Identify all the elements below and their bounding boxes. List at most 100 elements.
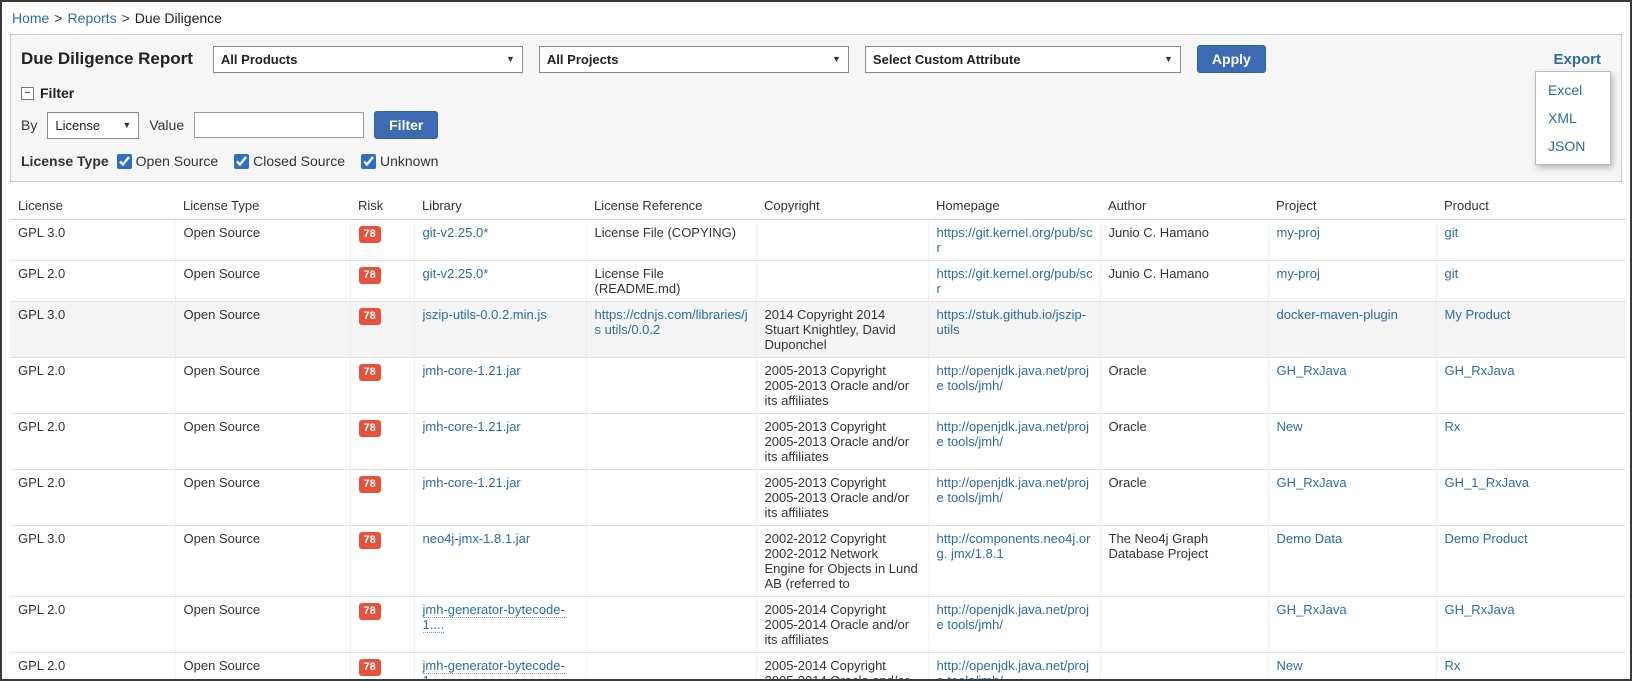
- license-reference-text: License File (COPYING): [595, 225, 737, 240]
- library-cell: jmh-core-1.21.jar: [414, 414, 586, 470]
- license-type-cell: Open Source: [175, 470, 350, 526]
- homepage-link[interactable]: http://openjdk.java.net/proje tools/jmh/: [937, 602, 1090, 632]
- column-header-author: Author: [1100, 192, 1268, 220]
- product-link[interactable]: Demo Product: [1445, 531, 1528, 546]
- product-link[interactable]: Rx: [1445, 658, 1461, 673]
- table-row: GPL 2.0 Open Source 78 jmh-core-1.21.jar…: [10, 358, 1626, 414]
- breadcrumb-current: Due Diligence: [135, 10, 222, 26]
- closed-source-checkbox-group[interactable]: Closed Source: [234, 153, 345, 169]
- unknown-checkbox-group[interactable]: Unknown: [361, 153, 438, 169]
- library-link[interactable]: jmh-core-1.21.jar: [423, 475, 521, 490]
- author-cell: Oracle: [1100, 414, 1268, 470]
- breadcrumb-home[interactable]: Home: [12, 10, 49, 26]
- license-cell: GPL 3.0: [10, 220, 175, 261]
- product-link[interactable]: GH_RxJava: [1445, 602, 1515, 617]
- open-source-checkbox-group[interactable]: Open Source: [117, 153, 219, 169]
- risk-badge: 78: [359, 267, 381, 284]
- export-link[interactable]: Export: [1553, 51, 1601, 68]
- library-cell: jszip-utils-0.0.2.min.js: [414, 302, 586, 358]
- license-type-cell: Open Source: [175, 358, 350, 414]
- product-link[interactable]: git: [1445, 225, 1459, 240]
- author-cell: Oracle: [1100, 470, 1268, 526]
- library-link[interactable]: jszip-utils-0.0.2.min.js: [423, 307, 547, 322]
- homepage-cell: https://git.kernel.org/pub/scr: [928, 220, 1100, 261]
- filter-by-dropdown[interactable]: License ▼: [47, 112, 139, 139]
- risk-cell: 78: [350, 358, 414, 414]
- homepage-link[interactable]: http://openjdk.java.net/proje tools/jmh/: [937, 419, 1090, 449]
- library-link[interactable]: jmh-generator-bytecode-1....: [423, 658, 565, 681]
- homepage-link[interactable]: http://components.neo4j.org. jmx/1.8.1: [937, 531, 1091, 561]
- product-link[interactable]: GH_1_RxJava: [1445, 475, 1530, 490]
- product-link[interactable]: My Product: [1445, 307, 1511, 322]
- chevron-down-icon: ▼: [506, 54, 515, 64]
- license-reference-cell: https://cdnjs.com/libraries/js utils/0.0…: [586, 302, 756, 358]
- product-cell: Demo Product: [1436, 526, 1626, 597]
- table-row: GPL 3.0 Open Source 78 jszip-utils-0.0.2…: [10, 302, 1626, 358]
- library-link[interactable]: jmh-core-1.21.jar: [423, 363, 521, 378]
- closed-source-checkbox[interactable]: [234, 154, 249, 169]
- project-link[interactable]: my-proj: [1277, 225, 1320, 240]
- product-cell: Rx: [1436, 653, 1626, 681]
- table-header-row: License License Type Risk Library Licens…: [10, 192, 1626, 220]
- chevron-down-icon: ▼: [1164, 54, 1173, 64]
- project-link[interactable]: docker-maven-plugin: [1277, 307, 1398, 322]
- risk-cell: 78: [350, 597, 414, 653]
- license-reference-cell: [586, 358, 756, 414]
- project-link[interactable]: GH_RxJava: [1277, 363, 1347, 378]
- license-reference-cell: License File (COPYING): [586, 220, 756, 261]
- license-cell: GPL 2.0: [10, 414, 175, 470]
- license-reference-cell: [586, 470, 756, 526]
- custom-attribute-dropdown[interactable]: Select Custom Attribute ▼: [865, 46, 1181, 73]
- license-cell: GPL 2.0: [10, 261, 175, 302]
- author-cell: [1100, 653, 1268, 681]
- project-link[interactable]: GH_RxJava: [1277, 602, 1347, 617]
- homepage-link[interactable]: http://openjdk.java.net/proje tools/jmh/: [937, 475, 1090, 505]
- unknown-checkbox[interactable]: [361, 154, 376, 169]
- homepage-link[interactable]: https://git.kernel.org/pub/scr: [937, 225, 1093, 255]
- products-dropdown[interactable]: All Products ▼: [213, 46, 523, 73]
- chevron-down-icon: ▼: [122, 120, 131, 130]
- table-row: GPL 3.0 Open Source 78 neo4j-jmx-1.8.1.j…: [10, 526, 1626, 597]
- filter-value-input[interactable]: [194, 112, 364, 138]
- table-row: GPL 3.0 Open Source 78 git-v2.25.0* Lice…: [10, 220, 1626, 261]
- filter-button[interactable]: Filter: [374, 111, 438, 139]
- collapse-filter-icon[interactable]: −: [21, 87, 34, 100]
- product-link[interactable]: GH_RxJava: [1445, 363, 1515, 378]
- library-link[interactable]: jmh-generator-bytecode-1....: [423, 602, 565, 633]
- project-link[interactable]: New: [1277, 419, 1303, 434]
- open-source-checkbox[interactable]: [117, 154, 132, 169]
- homepage-link[interactable]: https://stuk.github.io/jszip-utils: [937, 307, 1087, 337]
- apply-button[interactable]: Apply: [1197, 45, 1266, 73]
- table-row: GPL 2.0 Open Source 78 jmh-core-1.21.jar…: [10, 414, 1626, 470]
- table-row: GPL 2.0 Open Source 78 jmh-generator-byt…: [10, 653, 1626, 681]
- homepage-link[interactable]: http://openjdk.java.net/proje tools/jmh/: [937, 363, 1090, 393]
- library-link[interactable]: git-v2.25.0*: [423, 266, 489, 281]
- product-link[interactable]: git: [1445, 266, 1459, 281]
- license-cell: GPL 2.0: [10, 597, 175, 653]
- homepage-cell: http://openjdk.java.net/proje tools/jmh/: [928, 470, 1100, 526]
- breadcrumb-reports[interactable]: Reports: [68, 10, 117, 26]
- library-link[interactable]: neo4j-jmx-1.8.1.jar: [423, 531, 531, 546]
- filter-section-header: − Filter: [21, 85, 1607, 101]
- projects-dropdown[interactable]: All Projects ▼: [539, 46, 849, 73]
- license-cell: GPL 3.0: [10, 526, 175, 597]
- export-xml-option[interactable]: XML: [1536, 104, 1610, 132]
- library-link[interactable]: git-v2.25.0*: [423, 225, 489, 240]
- export-json-option[interactable]: JSON: [1536, 132, 1610, 160]
- risk-badge: 78: [359, 420, 381, 437]
- project-link[interactable]: Demo Data: [1277, 531, 1343, 546]
- license-type-filter-row: License Type Open Source Closed Source U…: [21, 153, 1607, 169]
- product-link[interactable]: Rx: [1445, 419, 1461, 434]
- project-link[interactable]: my-proj: [1277, 266, 1320, 281]
- project-link[interactable]: GH_RxJava: [1277, 475, 1347, 490]
- export-excel-option[interactable]: Excel: [1536, 76, 1610, 104]
- homepage-link[interactable]: http://openjdk.java.net/proje tools/jmh/: [937, 658, 1090, 681]
- column-header-library: Library: [414, 192, 586, 220]
- project-link[interactable]: New: [1277, 658, 1303, 673]
- license-type-cell: Open Source: [175, 597, 350, 653]
- library-link[interactable]: jmh-core-1.21.jar: [423, 419, 521, 434]
- report-header-panel: Due Diligence Report All Products ▼ All …: [10, 34, 1622, 182]
- homepage-link[interactable]: https://git.kernel.org/pub/scr: [937, 266, 1093, 296]
- unknown-checkbox-label: Unknown: [380, 153, 438, 169]
- license-reference-text: License File (README.md): [595, 266, 681, 296]
